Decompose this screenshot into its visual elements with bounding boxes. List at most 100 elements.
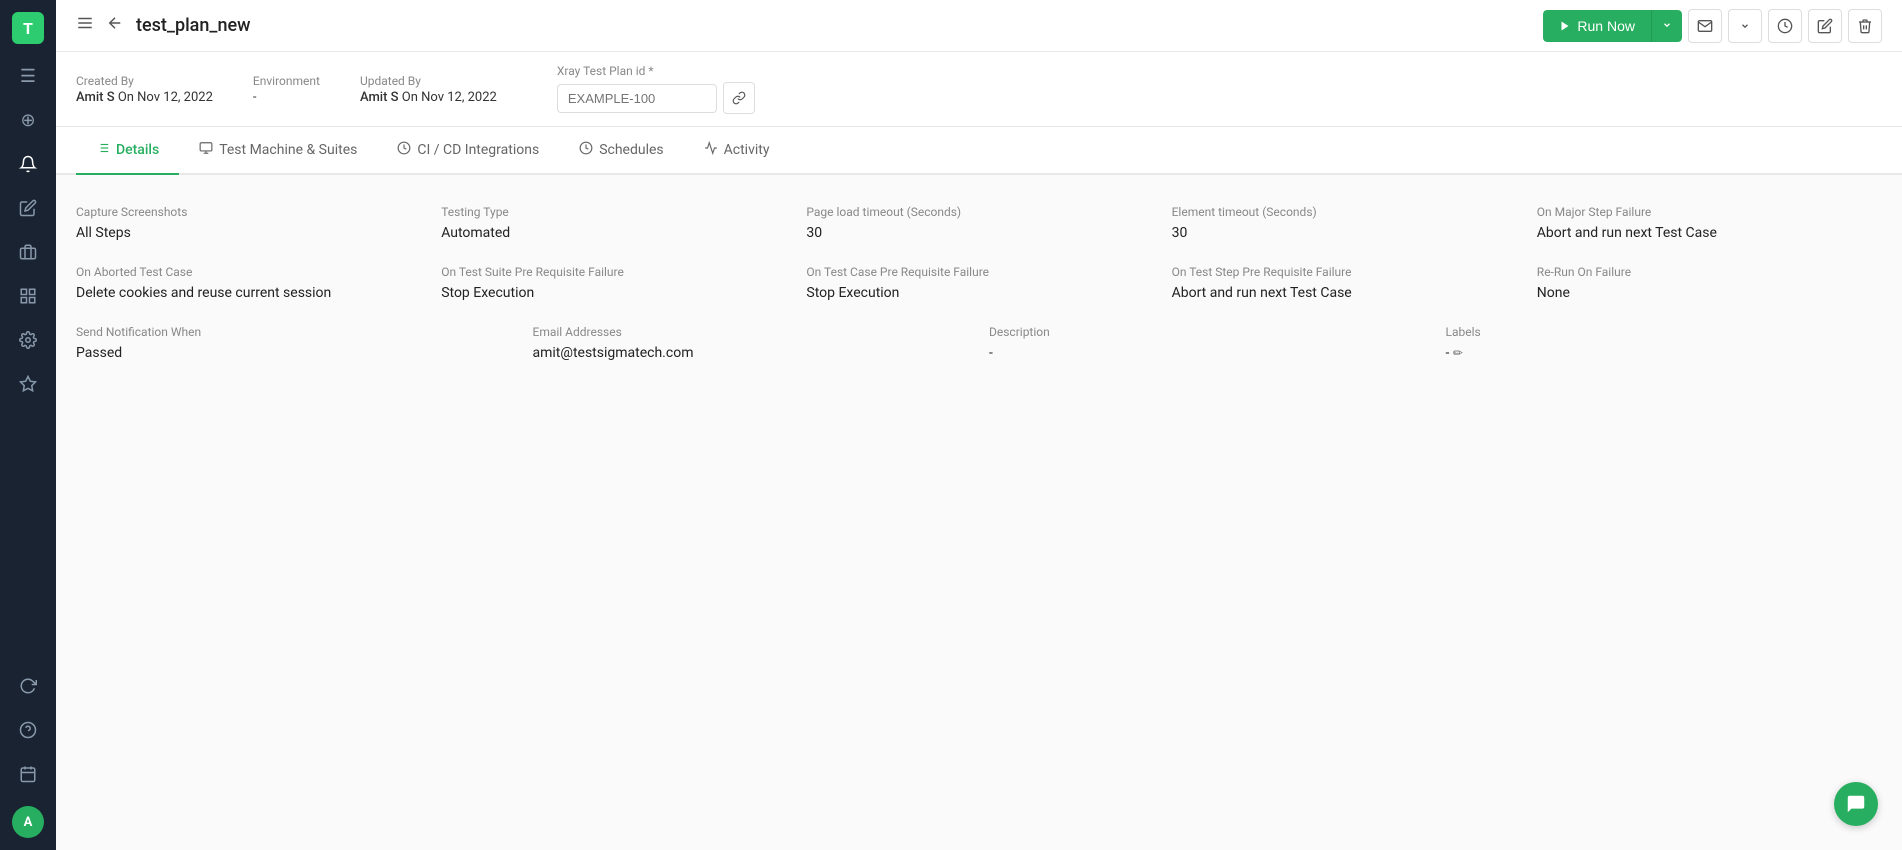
on-aborted-test-case-value: Delete cookies and reuse current session: [76, 285, 421, 301]
hamburger-icon[interactable]: [76, 14, 94, 37]
menu-icon[interactable]: ☰: [8, 56, 48, 96]
tab-schedules[interactable]: Schedules: [559, 127, 683, 175]
send-notification-field: Send Notification When Passed: [76, 325, 513, 361]
capture-screenshots-field: Capture Screenshots All Steps: [76, 205, 421, 241]
on-test-step-prereq-value: Abort and run next Test Case: [1172, 285, 1517, 301]
pencil-icon-button[interactable]: [1808, 9, 1842, 43]
back-icon[interactable]: [106, 14, 124, 37]
on-test-case-prereq-label: On Test Case Pre Requisite Failure: [806, 265, 1151, 279]
calendar-icon[interactable]: [8, 754, 48, 794]
ci-cd-tab-label: CI / CD Integrations: [417, 142, 539, 158]
capture-screenshots-label: Capture Screenshots: [76, 205, 421, 219]
xray-link-button[interactable]: [723, 82, 755, 114]
run-dropdown-button[interactable]: [1651, 10, 1682, 42]
main-content: test_plan_new Run Now: [56, 0, 1902, 850]
details-tab-icon: [96, 141, 110, 159]
on-major-step-failure-label: On Major Step Failure: [1537, 205, 1882, 219]
test-machine-tab-icon: [199, 141, 213, 159]
labels-edit-icon[interactable]: ✏: [1453, 346, 1463, 360]
send-notification-label: Send Notification When: [76, 325, 513, 339]
description-label: Description: [989, 325, 1426, 339]
topbar-actions: Run Now: [1543, 9, 1882, 43]
xray-input[interactable]: [557, 84, 717, 113]
dropdown-icon-button[interactable]: [1728, 9, 1762, 43]
chat-bubble-button[interactable]: [1834, 782, 1878, 826]
labels-label: Labels: [1446, 325, 1883, 339]
app-logo[interactable]: T: [12, 12, 44, 44]
on-major-step-failure-field: On Major Step Failure Abort and run next…: [1537, 205, 1882, 241]
edit-icon[interactable]: [8, 188, 48, 228]
tab-activity[interactable]: Activity: [684, 127, 790, 175]
xray-input-wrap: [557, 82, 755, 114]
home-icon[interactable]: ⊕: [8, 100, 48, 140]
tab-ci-cd[interactable]: CI / CD Integrations: [377, 127, 559, 175]
tab-details[interactable]: Details: [76, 127, 179, 175]
details-row-1: Capture Screenshots All Steps Testing Ty…: [76, 205, 1882, 241]
bell-icon[interactable]: [8, 144, 48, 184]
element-timeout-value: 30: [1172, 225, 1517, 241]
rerun-on-failure-label: Re-Run On Failure: [1537, 265, 1882, 279]
refresh-icon[interactable]: [8, 666, 48, 706]
labels-field: Labels - ✏: [1446, 325, 1883, 361]
on-test-case-prereq-field: On Test Case Pre Requisite Failure Stop …: [806, 265, 1151, 301]
test-machine-tab-label: Test Machine & Suites: [219, 142, 357, 158]
delete-icon-button[interactable]: [1848, 9, 1882, 43]
testing-type-value: Automated: [441, 225, 786, 241]
send-notification-value: Passed: [76, 345, 513, 361]
labels-value: - ✏: [1446, 345, 1883, 361]
schedules-tab-label: Schedules: [599, 142, 663, 158]
capture-screenshots-value: All Steps: [76, 225, 421, 241]
created-by-field: Created By Amit S On Nov 12, 2022: [76, 74, 213, 105]
content-area: Capture Screenshots All Steps Testing Ty…: [56, 175, 1902, 850]
tabs: Details Test Machine & Suites CI / CD In…: [56, 127, 1902, 175]
on-major-step-failure-value: Abort and run next Test Case: [1537, 225, 1882, 241]
xray-label: Xray Test Plan id *: [557, 64, 755, 78]
page-load-timeout-label: Page load timeout (Seconds): [806, 205, 1151, 219]
on-aborted-test-case-label: On Aborted Test Case: [76, 265, 421, 279]
meta-bar: Created By Amit S On Nov 12, 2022 Enviro…: [56, 52, 1902, 127]
run-now-button[interactable]: Run Now: [1543, 10, 1651, 42]
page-load-timeout-field: Page load timeout (Seconds) 30: [806, 205, 1151, 241]
clock-icon-button[interactable]: [1768, 9, 1802, 43]
updated-by-value: Amit S On Nov 12, 2022: [360, 90, 497, 105]
settings-icon[interactable]: [8, 320, 48, 360]
rerun-on-failure-field: Re-Run On Failure None: [1537, 265, 1882, 301]
page-load-timeout-value: 30: [806, 225, 1151, 241]
email-addresses-field: Email Addresses amit@testsigmatech.com: [533, 325, 970, 361]
details-row-2: On Aborted Test Case Delete cookies and …: [76, 265, 1882, 301]
details-tab-label: Details: [116, 142, 159, 158]
xray-field: Xray Test Plan id *: [557, 64, 755, 114]
description-value: -: [989, 345, 1426, 361]
updated-by-field: Updated By Amit S On Nov 12, 2022: [360, 74, 497, 105]
on-aborted-test-case-field: On Aborted Test Case Delete cookies and …: [76, 265, 421, 301]
element-timeout-field: Element timeout (Seconds) 30: [1172, 205, 1517, 241]
on-test-step-prereq-field: On Test Step Pre Requisite Failure Abort…: [1172, 265, 1517, 301]
on-test-suite-prereq-field: On Test Suite Pre Requisite Failure Stop…: [441, 265, 786, 301]
rerun-on-failure-value: None: [1537, 285, 1882, 301]
testing-type-label: Testing Type: [441, 205, 786, 219]
environment-label: Environment: [253, 74, 320, 88]
description-field: Description -: [989, 325, 1426, 361]
schedules-tab-icon: [579, 141, 593, 159]
email-icon-button[interactable]: [1688, 9, 1722, 43]
created-by-label: Created By: [76, 74, 213, 88]
tab-test-machine[interactable]: Test Machine & Suites: [179, 127, 377, 175]
ci-cd-tab-icon: [397, 141, 411, 159]
email-addresses-value: amit@testsigmatech.com: [533, 345, 970, 361]
testing-type-field: Testing Type Automated: [441, 205, 786, 241]
sidebar: T ☰ ⊕ A: [0, 0, 56, 850]
environment-value: -: [253, 90, 320, 105]
help-icon[interactable]: [8, 710, 48, 750]
plugin-icon[interactable]: [8, 364, 48, 404]
grid-icon[interactable]: [8, 276, 48, 316]
updated-by-label: Updated By: [360, 74, 497, 88]
created-by-value: Amit S On Nov 12, 2022: [76, 90, 213, 105]
activity-tab-label: Activity: [724, 142, 770, 158]
topbar: test_plan_new Run Now: [56, 0, 1902, 52]
element-timeout-label: Element timeout (Seconds): [1172, 205, 1517, 219]
on-test-suite-prereq-value: Stop Execution: [441, 285, 786, 301]
activity-tab-icon: [704, 141, 718, 159]
user-avatar[interactable]: A: [12, 806, 44, 838]
briefcase-icon[interactable]: [8, 232, 48, 272]
page-title: test_plan_new: [136, 15, 1531, 36]
